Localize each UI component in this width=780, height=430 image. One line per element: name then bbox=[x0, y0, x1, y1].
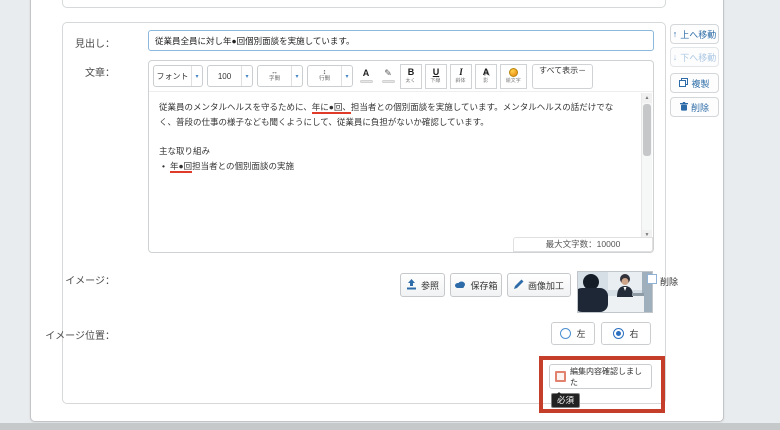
scroll-up-button[interactable]: ▲ bbox=[642, 93, 652, 103]
delete-label: 削除 bbox=[691, 101, 709, 114]
font-size-value: 100 bbox=[208, 72, 241, 81]
page: ↑ 上へ移動 ↓ 下へ移動 複製 削除 見出し： 文章： フォント ▾ 100 … bbox=[0, 0, 780, 430]
confirm-checkbox-button[interactable]: 編集内容確認しました bbox=[549, 364, 652, 389]
chevron-down-icon: ▾ bbox=[291, 66, 302, 86]
previous-section bbox=[62, 0, 666, 8]
browse-button[interactable]: 参照 bbox=[400, 273, 445, 297]
bullet-icon: • bbox=[162, 159, 165, 174]
letter-spacing-select[interactable]: ↔ 字間 ▾ bbox=[257, 65, 303, 87]
savebox-button[interactable]: 保存箱 bbox=[450, 273, 502, 297]
image-label: イメージ： bbox=[20, 272, 115, 287]
body-label: 文章： bbox=[20, 64, 115, 79]
highlight-pen-button[interactable]: ✎ bbox=[379, 65, 397, 87]
cloud-icon bbox=[454, 280, 466, 291]
font-size-select[interactable]: 100 ▾ bbox=[207, 65, 253, 87]
blank-line bbox=[159, 130, 629, 144]
shadow-label: 影 bbox=[484, 79, 489, 84]
bottom-bar bbox=[0, 423, 780, 430]
delete-image-label: 削除 bbox=[660, 275, 678, 288]
heading-input[interactable] bbox=[148, 30, 654, 51]
italic-label: 斜体 bbox=[456, 79, 466, 84]
editor-toolbar: フォント ▾ 100 ▾ ↔ 字間 ▾ ↕ 行間 ▾ bbox=[149, 61, 653, 92]
pencil-icon bbox=[514, 279, 524, 291]
move-down-button[interactable]: ↓ 下へ移動 bbox=[670, 47, 719, 67]
savebox-label: 保存箱 bbox=[470, 279, 497, 292]
scrollbar[interactable]: ▲ ▼ bbox=[641, 93, 652, 240]
move-up-label: 上へ移動 bbox=[680, 28, 716, 41]
bold-button[interactable]: B 太く bbox=[400, 64, 422, 89]
upload-icon bbox=[406, 279, 417, 292]
delete-button[interactable]: 削除 bbox=[670, 97, 719, 117]
duplicate-icon bbox=[679, 78, 688, 89]
bold-label: 太く bbox=[406, 79, 416, 84]
shadow-button[interactable]: A 影 bbox=[475, 64, 497, 89]
show-all-button[interactable]: すべて表示－ bbox=[532, 64, 593, 89]
editor-subheading: 主な取り組み bbox=[159, 144, 629, 159]
shadow-glyph: A bbox=[483, 68, 490, 77]
confirm-checkbox[interactable] bbox=[555, 371, 566, 382]
font-select[interactable]: フォント ▾ bbox=[153, 65, 203, 87]
emoji-label: 絵文字 bbox=[506, 79, 521, 84]
duplicate-label: 複製 bbox=[691, 77, 709, 90]
trash-icon bbox=[680, 102, 688, 113]
underline-button[interactable]: U 下線 bbox=[425, 64, 447, 89]
radio-right-label: 右 bbox=[629, 327, 638, 340]
emoji-icon bbox=[509, 68, 518, 77]
chevron-down-icon: ▾ bbox=[241, 66, 252, 86]
color-swatch bbox=[382, 80, 395, 83]
edit-image-button[interactable]: 画像加工 bbox=[507, 273, 571, 297]
emoji-button[interactable]: 絵文字 bbox=[500, 64, 527, 89]
delete-image-checkbox[interactable] bbox=[647, 274, 657, 284]
arrow-up-icon: ↑ bbox=[673, 30, 678, 39]
font-select-value: フォント bbox=[154, 71, 191, 82]
browse-label: 参照 bbox=[421, 279, 439, 292]
italic-button[interactable]: I 斜体 bbox=[450, 64, 472, 89]
bold-glyph: B bbox=[408, 68, 415, 77]
chevron-down-icon: ▾ bbox=[191, 66, 202, 86]
marked-text: 年●回 bbox=[170, 161, 192, 173]
color-swatch bbox=[360, 80, 373, 83]
heading-label: 見出し： bbox=[20, 35, 115, 50]
edit-image-label: 画像加工 bbox=[528, 279, 564, 292]
radio-icon bbox=[560, 328, 571, 339]
max-chars-label: 最大文字数：10000 bbox=[513, 237, 653, 252]
text-color-button[interactable]: A bbox=[357, 65, 375, 87]
editor-paragraph: 従業員のメンタルヘルスを守るために、年に●回、担当者との個別面談を実施しています… bbox=[159, 100, 629, 130]
italic-glyph: I bbox=[459, 68, 463, 77]
underline-glyph: U bbox=[433, 68, 440, 77]
pen-icon: ✎ bbox=[384, 69, 392, 78]
image-thumbnail bbox=[578, 272, 652, 312]
image-position-label: イメージ位置： bbox=[20, 327, 115, 342]
required-badge: 必須 bbox=[551, 393, 580, 408]
underline-label: 下線 bbox=[431, 79, 441, 84]
radio-left[interactable]: 左 bbox=[551, 322, 595, 345]
interview-photo bbox=[578, 272, 652, 312]
letter-spacing-label: 字間 bbox=[269, 77, 280, 83]
line-height-select[interactable]: ↕ 行間 ▾ bbox=[307, 65, 353, 87]
move-down-label: 下へ移動 bbox=[680, 51, 716, 64]
rich-text-editor: フォント ▾ 100 ▾ ↔ 字間 ▾ ↕ 行間 ▾ bbox=[148, 60, 654, 253]
scroll-thumb[interactable] bbox=[643, 104, 651, 156]
editor-content[interactable]: 従業員のメンタルヘルスを守るために、年に●回、担当者との個別面談を実施しています… bbox=[159, 100, 629, 234]
line-height-label: 行間 bbox=[319, 77, 330, 83]
arrow-down-icon: ↓ bbox=[673, 53, 678, 62]
confirm-label: 編集内容確認しました bbox=[570, 366, 646, 388]
duplicate-button[interactable]: 複製 bbox=[670, 73, 719, 93]
move-up-button[interactable]: ↑ 上へ移動 bbox=[670, 24, 719, 44]
radio-left-label: 左 bbox=[576, 327, 585, 340]
editor-bullet: • 年●回担当者との個別面談の実施 bbox=[159, 159, 629, 174]
text-color-glyph: A bbox=[363, 69, 370, 78]
radio-selected-icon bbox=[613, 328, 624, 339]
marked-text: 年に●回、 bbox=[312, 102, 351, 114]
radio-right[interactable]: 右 bbox=[601, 322, 651, 345]
chevron-down-icon: ▾ bbox=[341, 66, 352, 86]
